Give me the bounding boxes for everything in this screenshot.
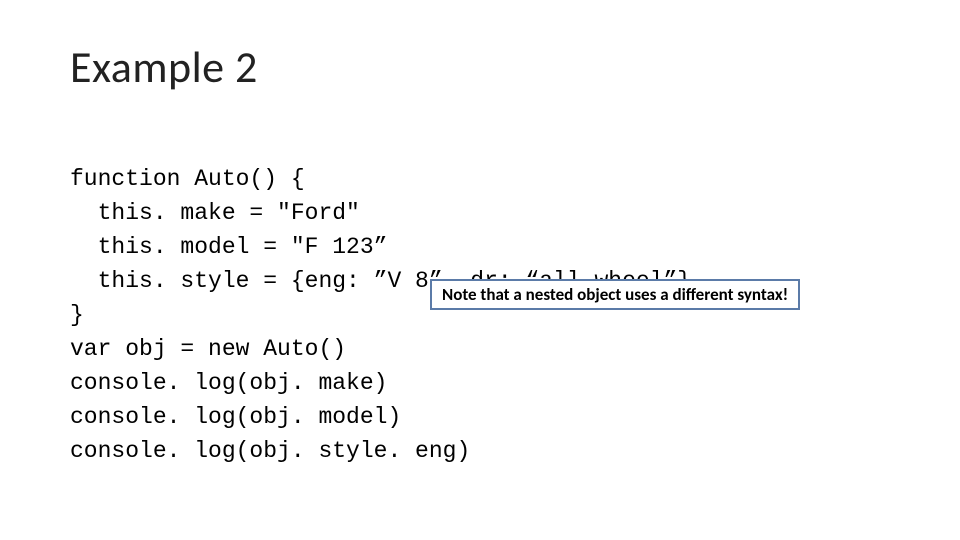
callout-box: Note that a nested object uses a differe… [430,279,800,310]
code-line: console. log(obj. model) [70,404,401,430]
code-line: this. model = "F 123” [70,234,387,260]
code-line: var obj = new Auto() [70,336,346,362]
code-line: } [70,302,84,328]
code-line: function Auto() { [70,166,305,192]
slide: Example 2 function Auto() { this. make =… [0,0,960,540]
slide-title: Example 2 [70,40,890,94]
code-line: console. log(obj. make) [70,370,387,396]
code-line: console. log(obj. style. eng) [70,438,470,464]
code-line: this. make = "Ford" [70,200,360,226]
